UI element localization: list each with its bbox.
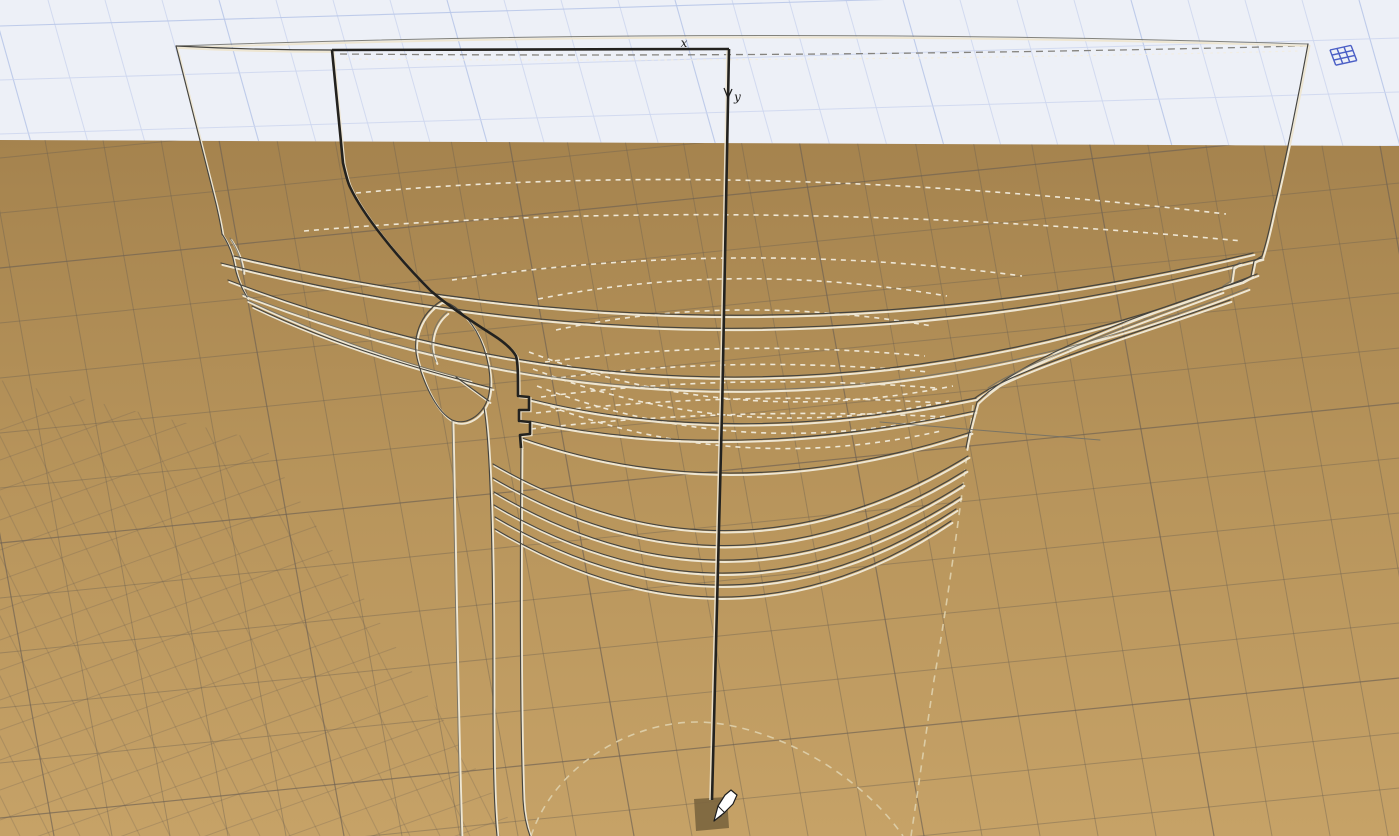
axis-label-x: x	[681, 36, 688, 50]
axis-label-y: y	[733, 90, 741, 104]
ground-plane	[0, 140, 1399, 836]
viewport-3d[interactable]: x y	[0, 0, 1399, 836]
